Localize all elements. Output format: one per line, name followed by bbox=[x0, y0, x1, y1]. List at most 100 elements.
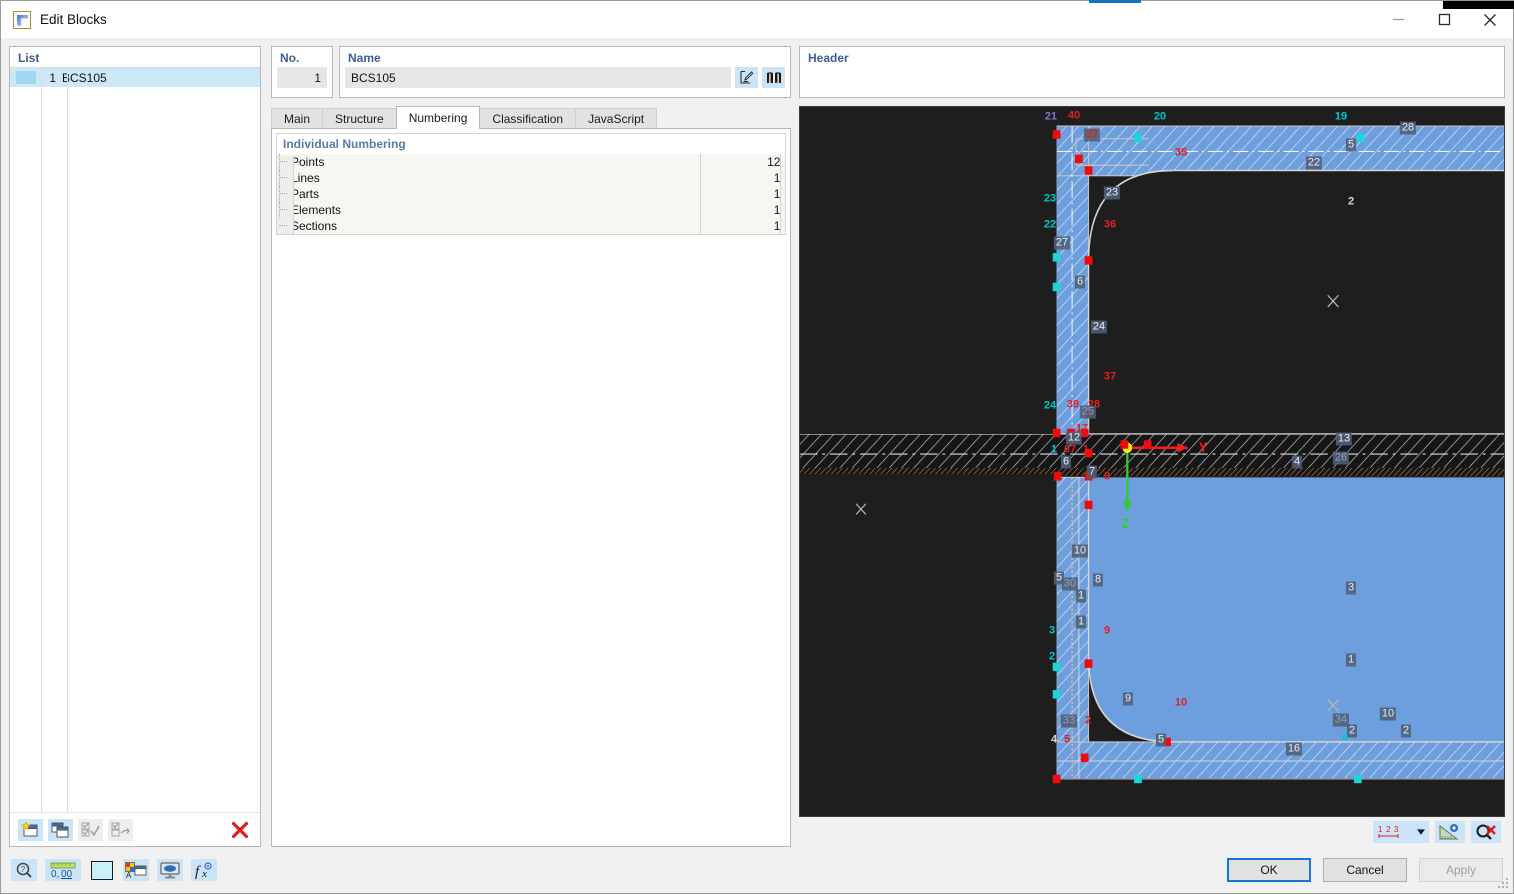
block-color-swatch[interactable] bbox=[16, 71, 36, 84]
resize-grip[interactable] bbox=[1498, 878, 1510, 890]
numbering-label: Points bbox=[291, 155, 325, 169]
header-input[interactable] bbox=[805, 67, 1499, 92]
tab-numbering[interactable]: Numbering bbox=[395, 106, 481, 129]
numbering-value[interactable]: 1 bbox=[700, 170, 782, 186]
left-column: List 1 BCS105 bbox=[9, 46, 261, 847]
svg-text:1: 1 bbox=[1378, 825, 1383, 834]
numbering-table: Points 12 Lines 1 Parts 1 Elements 1 Sec… bbox=[277, 154, 785, 234]
svg-text:Z: Z bbox=[1121, 516, 1129, 532]
measure-button[interactable] bbox=[1435, 821, 1465, 843]
background-tab-sliver bbox=[1089, 0, 1141, 3]
numbering-display-button[interactable]: 1 2 3 bbox=[1373, 821, 1413, 843]
no-input[interactable]: 1 bbox=[277, 67, 327, 88]
list-item-number: 1 bbox=[49, 70, 56, 85]
maximize-button[interactable] bbox=[1421, 1, 1467, 38]
svg-text:3: 3 bbox=[1394, 825, 1399, 834]
book-icon[interactable] bbox=[762, 67, 785, 88]
tab-structure[interactable]: Structure bbox=[322, 108, 397, 129]
cancel-button[interactable]: Cancel bbox=[1323, 858, 1407, 882]
tab-main[interactable]: Main bbox=[271, 108, 324, 129]
svg-text:x: x bbox=[201, 868, 207, 879]
numbering-extra bbox=[781, 154, 785, 170]
svg-text:f: f bbox=[195, 864, 201, 879]
color-square-icon[interactable] bbox=[89, 859, 115, 881]
block-edit-icon bbox=[13, 10, 31, 29]
list-grid-lines bbox=[10, 68, 260, 812]
clear-selection-button[interactable] bbox=[1471, 821, 1501, 843]
list-title: List bbox=[18, 51, 40, 65]
numbering-label: Parts bbox=[291, 187, 320, 201]
numbering-value[interactable]: 1 bbox=[700, 218, 782, 234]
ok-button[interactable]: OK bbox=[1227, 858, 1311, 882]
name-input[interactable]: BCS105 bbox=[345, 67, 731, 88]
model-viewport[interactable]: Y Z 21 40 20 19 28 27 35 22 5 23 23 2 22… bbox=[799, 106, 1505, 817]
identity-row: No. 1 Name BCS105 bbox=[271, 46, 791, 98]
chevron-down-icon[interactable] bbox=[1413, 821, 1429, 843]
table-row[interactable]: Points 12 bbox=[277, 154, 785, 170]
select-all-button bbox=[78, 818, 103, 841]
viewport-toolbar: 1 2 3 bbox=[799, 817, 1505, 847]
ruler-000-icon[interactable]: 0, 00 bbox=[45, 859, 81, 881]
edit-blocks-window: Edit Blocks List 1 BCS105 No. 1 Name BCS… bbox=[0, 0, 1514, 894]
tab-page-blank-area bbox=[276, 235, 786, 846]
dialog-footer: ? 0, 00 A f x OK Cancel Apply bbox=[1, 847, 1513, 893]
table-row[interactable]: Parts 1 bbox=[277, 186, 785, 202]
svg-text:0,: 0, bbox=[51, 869, 59, 879]
list-panel: List 1 BCS105 bbox=[9, 46, 261, 847]
svg-text:00: 00 bbox=[61, 869, 73, 879]
tab-page-numbering: Individual Numbering Points 12 Lines 1 P… bbox=[271, 129, 791, 847]
no-panel: No. 1 bbox=[271, 46, 333, 98]
dialog-action-buttons: OK Cancel Apply bbox=[1227, 858, 1503, 882]
viewport-wrapper: Y Z 21 40 20 19 28 27 35 22 5 23 23 2 22… bbox=[799, 106, 1505, 847]
numbering-extra bbox=[781, 186, 785, 202]
apply-button: Apply bbox=[1419, 858, 1503, 882]
no-label: No. bbox=[280, 51, 300, 65]
copy-window-button[interactable] bbox=[48, 818, 73, 841]
list-toolbar bbox=[10, 812, 260, 846]
numbering-label: Lines bbox=[291, 171, 320, 185]
numbering-value[interactable]: 1 bbox=[700, 202, 782, 218]
numbering-value[interactable]: 12 bbox=[700, 154, 782, 170]
footer-icon-bar: ? 0, 00 A f x bbox=[11, 859, 217, 881]
window-title: Edit Blocks bbox=[40, 12, 107, 27]
numbering-extra bbox=[781, 170, 785, 186]
model-geometry: Y Z bbox=[800, 107, 1504, 816]
tab-strip: Main Structure Numbering Classification … bbox=[271, 106, 791, 129]
deselect-button bbox=[108, 818, 133, 841]
close-button[interactable] bbox=[1467, 1, 1513, 38]
numbering-extra bbox=[781, 218, 785, 234]
right-column: Header Y Z 21 40 20 19 28 27 35 22 5 23 … bbox=[799, 46, 1505, 847]
svg-text:A: A bbox=[126, 871, 132, 879]
svg-text:Y: Y bbox=[1199, 439, 1208, 455]
list-rows: 1 BCS105 bbox=[10, 68, 260, 812]
dialog-body: List 1 BCS105 No. 1 Name BCS105 Main Str… bbox=[1, 38, 1513, 847]
palette-window-icon[interactable]: A bbox=[123, 859, 149, 881]
title-bar: Edit Blocks bbox=[1, 0, 1514, 38]
tab-javascript[interactable]: JavaScript bbox=[575, 108, 658, 129]
numbering-extra bbox=[781, 202, 785, 218]
monitor-icon[interactable] bbox=[157, 859, 183, 881]
name-label: Name bbox=[348, 51, 381, 65]
numbering-label: Sections bbox=[291, 219, 338, 233]
header-panel: Header bbox=[799, 46, 1505, 98]
tab-classification[interactable]: Classification bbox=[479, 108, 577, 129]
fx-icon[interactable]: f x bbox=[191, 859, 217, 881]
list-item-label: BCS105 bbox=[62, 70, 107, 85]
delete-block-button[interactable] bbox=[227, 819, 252, 841]
name-row: BCS105 bbox=[345, 67, 785, 88]
list-item[interactable]: 1 BCS105 bbox=[10, 68, 260, 87]
minimize-button[interactable] bbox=[1375, 1, 1421, 38]
svg-text:2: 2 bbox=[1386, 825, 1391, 834]
numbering-value[interactable]: 1 bbox=[700, 186, 782, 202]
pencil-edit-icon[interactable] bbox=[735, 67, 758, 88]
svg-text:?: ? bbox=[20, 865, 25, 874]
magnifier-question-icon[interactable]: ? bbox=[11, 859, 37, 881]
new-block-button[interactable] bbox=[18, 818, 43, 841]
header-label: Header bbox=[808, 51, 849, 65]
individual-numbering-title: Individual Numbering bbox=[277, 134, 785, 154]
table-row[interactable]: Elements 1 bbox=[277, 202, 785, 218]
table-row[interactable]: Sections 1 bbox=[277, 218, 785, 234]
center-column: No. 1 Name BCS105 Main Structure Numberi… bbox=[271, 46, 791, 847]
table-row[interactable]: Lines 1 bbox=[277, 170, 785, 186]
name-panel: Name BCS105 bbox=[339, 46, 791, 98]
